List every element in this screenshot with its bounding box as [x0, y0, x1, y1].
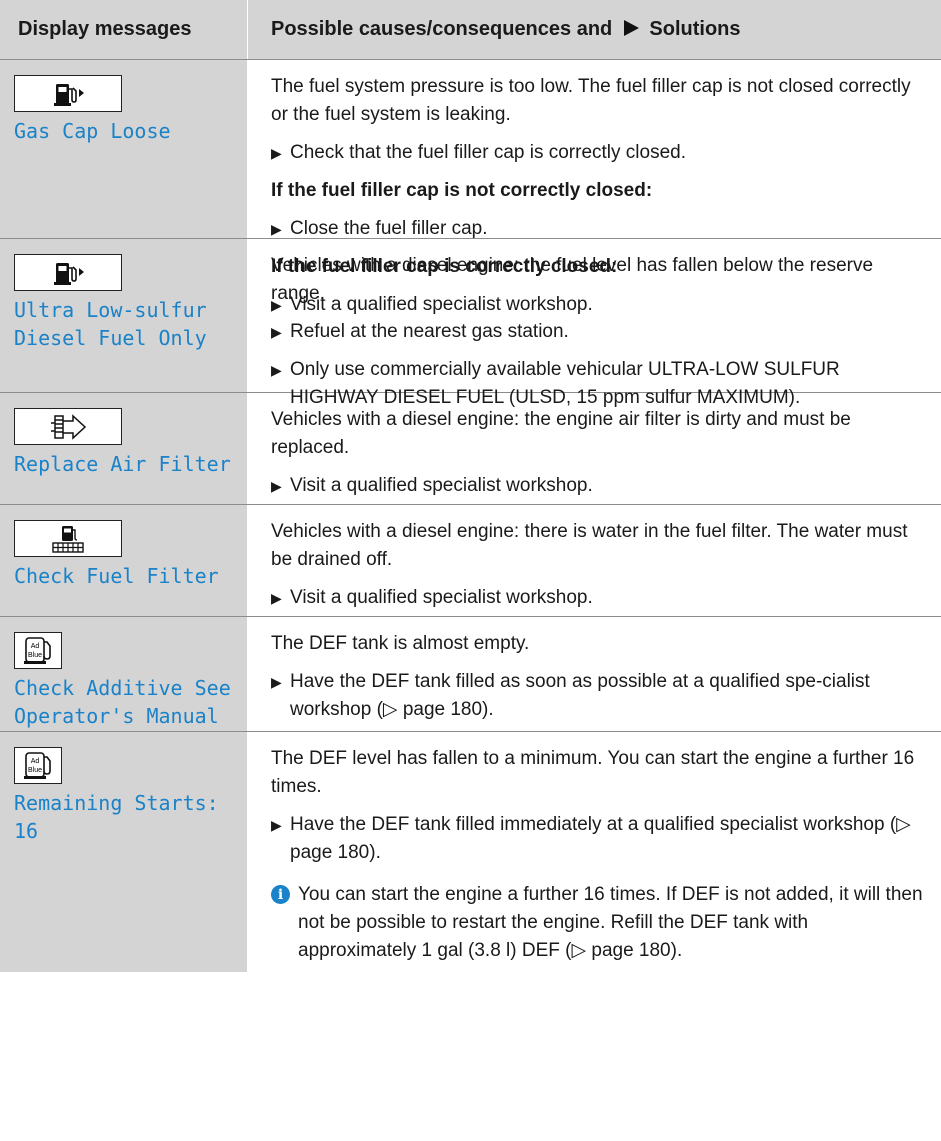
- step-arrow-icon: ▶: [271, 145, 282, 161]
- display-icon-frame: Ad Blue: [14, 747, 62, 784]
- display-message-cell: Replace Air Filter: [0, 393, 248, 504]
- table-row: Check Fuel Filter Vehicles with a diesel…: [0, 505, 941, 617]
- adblue-icon: Ad Blue: [24, 751, 51, 779]
- solution-step: ▶ Visit a qualified specialist workshop.: [271, 584, 923, 612]
- step-text: Visit a qualified specialist workshop.: [290, 587, 593, 608]
- cause-text: The DEF tank is almost empty.: [271, 633, 530, 654]
- display-message-cell: Ad Blue Check Additive See Operator's Ma…: [0, 617, 248, 731]
- step-text: Have the DEF tank filled immediately at …: [290, 814, 911, 863]
- fuel-pump-icon: [54, 83, 84, 106]
- step-arrow-icon: ▶: [271, 590, 282, 606]
- step-arrow-icon: ▶: [271, 674, 282, 690]
- solution-cell: Vehicles with a diesel engine: there is …: [248, 505, 941, 616]
- header-display-messages: Display messages: [0, 0, 248, 59]
- solutions-arrow-icon: [623, 20, 639, 36]
- display-message-text: Ultra Low-sulfur Diesel Fuel Only: [14, 298, 207, 350]
- adblue-icon: Ad Blue: [24, 636, 51, 664]
- header-solutions-label: Solutions: [649, 18, 741, 40]
- table-row: Ad Blue Remaining Starts: 16 The DEF lev…: [0, 732, 941, 972]
- solution-step: ▶ Have the DEF tank filled immediately at…: [271, 811, 923, 867]
- display-message-cell: Ultra Low-sulfur Diesel Fuel Only: [0, 239, 248, 392]
- display-message-cell: Gas Cap Loose: [0, 60, 248, 238]
- solution-cell: The DEF tank is almost empty. ▶ Have the …: [248, 617, 941, 731]
- fuel-pump-icon: [54, 262, 84, 285]
- table-row: Replace Air Filter Vehicles with a diese…: [0, 393, 941, 505]
- display-message-cell: Ad Blue Remaining Starts: 16: [0, 732, 248, 972]
- step-arrow-icon: ▶: [271, 478, 282, 494]
- condition-heading: If the fuel filler cap is not correctly …: [271, 180, 653, 201]
- step-arrow-icon: ▶: [271, 817, 282, 833]
- adblue-label-bottom: Blue: [28, 767, 42, 774]
- display-icon-frame: Ad Blue: [14, 632, 62, 669]
- display-message-text: Remaining Starts: 16: [14, 791, 219, 843]
- step-arrow-icon: ▶: [271, 324, 282, 340]
- step-text: Refuel at the nearest gas station.: [290, 321, 569, 342]
- display-icon-frame: [14, 254, 122, 291]
- display-message-text: Gas Cap Loose: [14, 119, 171, 143]
- adblue-label-top: Ad: [31, 758, 40, 765]
- cause-text: The fuel system pressure is too low. The…: [271, 76, 911, 125]
- header-causes-prefix: Possible causes/consequences and: [271, 18, 613, 40]
- info-note: i You can start the engine a further 16 …: [271, 881, 923, 965]
- solution-step: ▶ Refuel at the nearest gas station.: [271, 318, 923, 346]
- adblue-label-top: Ad: [31, 643, 40, 650]
- display-messages-table: Display messages Possible causes/consequ…: [0, 0, 941, 972]
- solution-cell: The fuel system pressure is too low. The…: [248, 60, 941, 315]
- solution-cell: Vehicles with a diesel engine: the fuel …: [248, 239, 941, 408]
- info-text: You can start the engine a further 16 ti…: [298, 884, 923, 961]
- fuel-filter-icon: [52, 525, 84, 553]
- air-filter-icon: [51, 413, 87, 440]
- display-message-cell: Check Fuel Filter: [0, 505, 248, 616]
- display-message-text: Check Additive See Operator's Manual: [14, 676, 231, 728]
- solution-step: ▶ Visit a qualified specialist workshop.: [271, 472, 923, 500]
- info-icon: i: [271, 885, 290, 904]
- display-message-text: Check Fuel Filter: [14, 564, 219, 588]
- table-row: Ad Blue Check Additive See Operator's Ma…: [0, 617, 941, 732]
- table-header: Display messages Possible causes/consequ…: [0, 0, 941, 60]
- solution-cell: Vehicles with a diesel engine: the engin…: [248, 393, 941, 504]
- cause-text: Vehicles with a diesel engine: the engin…: [271, 409, 851, 458]
- step-text: Have the DEF tank filled as soon as poss…: [290, 671, 870, 720]
- table-row: Ultra Low-sulfur Diesel Fuel Only Vehicl…: [0, 239, 941, 408]
- display-message-text: Replace Air Filter: [14, 452, 231, 476]
- solution-cell: The DEF level has fallen to a minimum. Y…: [248, 732, 941, 972]
- solution-step: ▶ Check that the fuel filler cap is corre…: [271, 139, 923, 167]
- cause-text: The DEF level has fallen to a minimum. Y…: [271, 748, 915, 797]
- display-icon-frame: [14, 75, 122, 112]
- table-row: Gas Cap Loose The fuel system pressure i…: [0, 60, 941, 315]
- display-icon-frame: [14, 408, 122, 445]
- solution-step: ▶ Have the DEF tank filled as soon as pos…: [271, 668, 923, 724]
- display-icon-frame: [14, 520, 122, 557]
- header-causes-solutions: Possible causes/consequences and Solutio…: [248, 0, 941, 59]
- step-text: Check that the fuel filler cap is correc…: [290, 142, 687, 163]
- adblue-label-bottom: Blue: [28, 652, 42, 659]
- step-text: Visit a qualified specialist workshop.: [290, 475, 593, 496]
- cause-text: Vehicles with a diesel engine: the fuel …: [271, 255, 874, 304]
- cause-text: Vehicles with a diesel engine: there is …: [271, 521, 908, 570]
